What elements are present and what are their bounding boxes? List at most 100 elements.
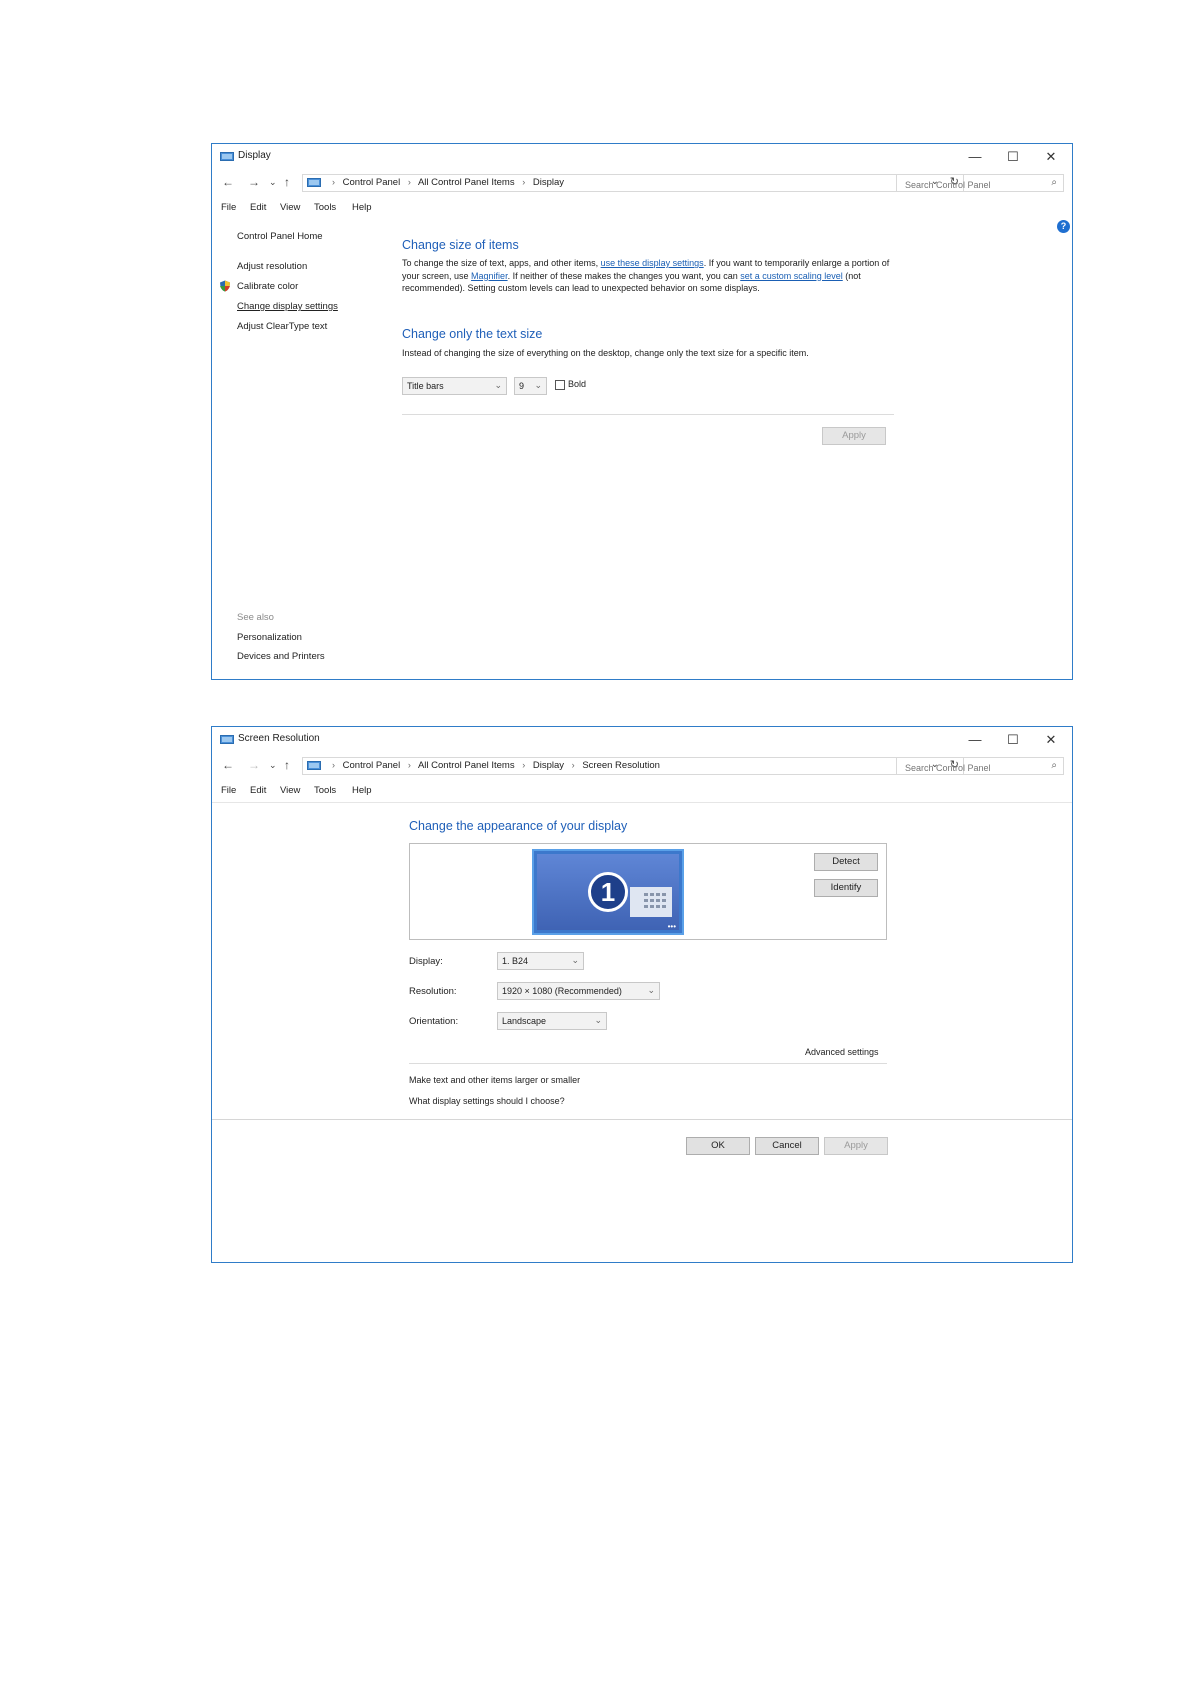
search-input[interactable] (903, 760, 1047, 776)
display-label: Display: (409, 956, 443, 967)
detect-button[interactable]: Detect (814, 853, 878, 871)
close-button[interactable]: ✕ (1033, 729, 1069, 751)
breadcrumb-item[interactable]: Control Panel (343, 177, 401, 188)
menu-help[interactable]: Help (352, 785, 372, 796)
menu-help[interactable]: Help (352, 202, 372, 213)
recent-locations-icon[interactable]: ⌄ (269, 177, 277, 188)
divider (402, 414, 894, 415)
back-arrow-icon[interactable]: ← (222, 758, 234, 772)
menu-file[interactable]: File (221, 202, 236, 213)
breadcrumb: › Control Panel › All Control Panel Item… (327, 177, 564, 188)
text-size-link[interactable]: Make text and other items larger or smal… (409, 1075, 580, 1085)
breadcrumb-item[interactable]: Screen Resolution (582, 760, 660, 771)
maximize-button[interactable]: ☐ (995, 729, 1031, 751)
item-select-value: Title bars (407, 381, 444, 391)
item-select[interactable]: Title bars ⌄ (402, 377, 507, 395)
monitor-1-thumbnail[interactable]: 1 ••• (532, 849, 684, 935)
ok-button[interactable]: OK (686, 1137, 750, 1155)
use-display-settings-link[interactable]: use these display settings (601, 258, 704, 268)
up-arrow-icon[interactable]: ↑ (284, 175, 290, 189)
orientation-select-value: Landscape (502, 1016, 547, 1026)
apply-button[interactable]: Apply (822, 427, 886, 445)
custom-scaling-link[interactable]: set a custom scaling level (740, 271, 843, 281)
cancel-button[interactable]: Cancel (755, 1137, 819, 1155)
sidebar-item-change-display-settings[interactable]: Change display settings (237, 301, 338, 312)
more-dots-icon: ••• (667, 922, 676, 931)
back-arrow-icon[interactable]: ← (222, 175, 234, 189)
identify-button[interactable]: Identify (814, 879, 878, 897)
minimize-button[interactable]: — (957, 146, 993, 168)
search-box: ⌕ (896, 174, 1064, 193)
address-bar[interactable]: › Control Panel › All Control Panel Item… (302, 174, 964, 192)
help-icon[interactable]: ? (1057, 220, 1070, 233)
see-also-personalization[interactable]: Personalization (237, 632, 302, 643)
address-row: ← → ⌄ ↑ › Control Panel › All Control Pa… (212, 755, 1072, 777)
search-input[interactable] (903, 177, 1047, 193)
sidebar-item-adjust-resolution[interactable]: Adjust resolution (237, 261, 307, 272)
heading-change-text-size: Change only the text size (402, 327, 543, 341)
magnifier-link[interactable]: Magnifier (471, 271, 508, 281)
menu-file[interactable]: File (221, 785, 236, 796)
recent-locations-icon[interactable]: ⌄ (269, 760, 277, 771)
grid-icon (630, 887, 672, 917)
chevron-right-icon: › (407, 177, 411, 187)
up-arrow-icon[interactable]: ↑ (284, 758, 290, 772)
minimize-button[interactable]: — (957, 729, 993, 751)
display-help-link[interactable]: What display settings should I choose? (409, 1096, 565, 1106)
menu-view[interactable]: View (280, 202, 300, 213)
menu-view[interactable]: View (280, 785, 300, 796)
menu-bar: File Edit View Tools Help (212, 783, 1072, 801)
resolution-select[interactable]: 1920 × 1080 (Recommended) ⌄ (497, 982, 660, 1000)
breadcrumb-item[interactable]: Display (533, 177, 564, 188)
forward-arrow-icon[interactable]: → (248, 758, 260, 772)
see-also-devices-and-printers[interactable]: Devices and Printers (237, 651, 325, 662)
search-icon[interactable]: ⌕ (1051, 177, 1057, 188)
orientation-select[interactable]: Landscape ⌄ (497, 1012, 607, 1030)
apply-button[interactable]: Apply (824, 1137, 888, 1155)
chevron-down-icon: ⌄ (534, 380, 542, 390)
bold-checkbox[interactable] (555, 380, 565, 390)
menu-tools[interactable]: Tools (314, 785, 336, 796)
resolution-label: Resolution: (409, 986, 457, 997)
monitor-preview-panel: 1 ••• Detect Identify (409, 843, 887, 940)
breadcrumb-item[interactable]: Display (533, 760, 564, 771)
divider (212, 1119, 1072, 1120)
bold-label: Bold (568, 379, 587, 389)
title-bar: Screen Resolution — ☐ ✕ (212, 727, 1072, 753)
display-select-value: 1. B24 (502, 956, 529, 966)
size-select[interactable]: 9 ⌄ (514, 377, 547, 395)
chevron-right-icon: › (407, 760, 411, 770)
sidebar-item-adjust-cleartype[interactable]: Adjust ClearType text (237, 321, 327, 332)
chevron-down-icon: ⌄ (494, 380, 502, 390)
display-select[interactable]: 1. B24 ⌄ (497, 952, 584, 970)
chevron-down-icon: ⌄ (571, 955, 579, 965)
address-bar[interactable]: › Control Panel › All Control Panel Item… (302, 757, 964, 775)
menu-edit[interactable]: Edit (250, 202, 266, 213)
sidebar-item-calibrate-color[interactable]: Calibrate color (237, 281, 298, 292)
search-icon[interactable]: ⌕ (1051, 760, 1057, 771)
control-panel-icon (307, 178, 321, 187)
chevron-right-icon: › (522, 177, 526, 187)
menu-edit[interactable]: Edit (250, 785, 266, 796)
breadcrumb-item[interactable]: All Control Panel Items (418, 760, 515, 771)
advanced-settings-link[interactable]: Advanced settings (805, 1047, 879, 1057)
shield-icon (220, 280, 230, 292)
chevron-right-icon: › (332, 760, 335, 770)
resolution-select-value: 1920 × 1080 (Recommended) (502, 986, 622, 996)
para-text: . If neither of these makes the changes … (507, 270, 741, 281)
breadcrumb: › Control Panel › All Control Panel Item… (327, 760, 660, 771)
orientation-label: Orientation: (409, 1016, 459, 1027)
close-button[interactable]: ✕ (1033, 146, 1069, 168)
breadcrumb-item[interactable]: All Control Panel Items (418, 177, 515, 188)
menu-tools[interactable]: Tools (314, 202, 336, 213)
display-app-icon (220, 735, 234, 744)
maximize-button[interactable]: ☐ (995, 146, 1031, 168)
window-title: Display (238, 150, 271, 161)
sidebar-item-control-panel-home[interactable]: Control Panel Home (237, 231, 323, 242)
text-size-description: Instead of changing the size of everythi… (402, 348, 809, 358)
chevron-down-icon: ⌄ (594, 1015, 602, 1025)
display-app-icon (220, 152, 234, 161)
forward-arrow-icon[interactable]: → (248, 175, 260, 189)
heading-change-size-of-items: Change size of items (402, 238, 519, 252)
breadcrumb-item[interactable]: Control Panel (343, 760, 401, 771)
